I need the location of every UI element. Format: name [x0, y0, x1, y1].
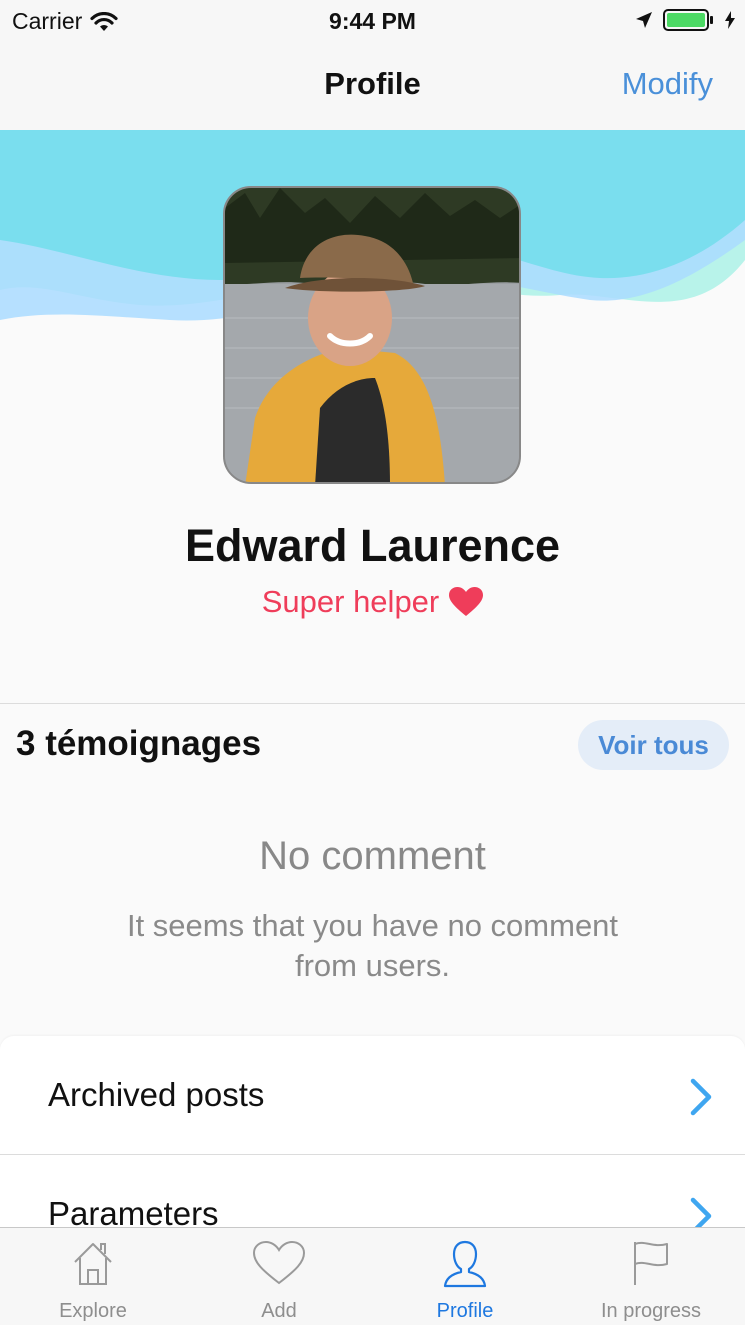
chevron-right-icon [690, 1078, 712, 1116]
tab-label: In progress [600, 1300, 702, 1322]
heart-icon [252, 1240, 306, 1285]
status-right [635, 9, 735, 31]
person-icon [443, 1240, 487, 1288]
empty-state-message: It seems that you have no comment from u… [126, 908, 619, 983]
tab-add[interactable]: Add [186, 1228, 372, 1325]
tab-explore[interactable]: Explore [0, 1228, 186, 1325]
testimonials-title: 3 témoignages [16, 724, 262, 763]
status-bar: Carrier 9:44 PM [0, 0, 745, 42]
menu-item-label: Archived posts [48, 1076, 265, 1113]
tab-label: Add [261, 1300, 297, 1322]
profile-name: Edward Laurence [184, 520, 561, 571]
modify-button[interactable]: Modify [622, 66, 713, 102]
battery-icon [663, 9, 713, 31]
empty-state-title: No comment [259, 834, 486, 878]
tab-in-progress[interactable]: In progress [558, 1228, 744, 1325]
menu-item-archived-posts[interactable]: Archived posts [0, 1036, 745, 1154]
avatar-photo [225, 188, 519, 482]
navigation-bar: Profile Modify [0, 42, 745, 130]
charging-bolt-icon [725, 11, 735, 29]
see-all-button[interactable]: Voir tous [578, 720, 729, 770]
tab-label: Explore [59, 1300, 127, 1322]
profile-status-label: Super helper [261, 584, 440, 619]
status-time: 9:44 PM [329, 8, 416, 34]
house-icon [74, 1243, 112, 1285]
section-divider [0, 703, 745, 704]
location-arrow-icon [636, 12, 652, 28]
flag-icon [634, 1241, 668, 1285]
tab-profile[interactable]: Profile [372, 1228, 558, 1325]
profile-status: Super helper [0, 584, 745, 620]
profile-avatar[interactable] [223, 186, 521, 484]
heart-icon [449, 587, 484, 616]
tab-bar: Explore Add Profile In progress [0, 1227, 745, 1325]
tab-label: Profile [436, 1300, 494, 1322]
